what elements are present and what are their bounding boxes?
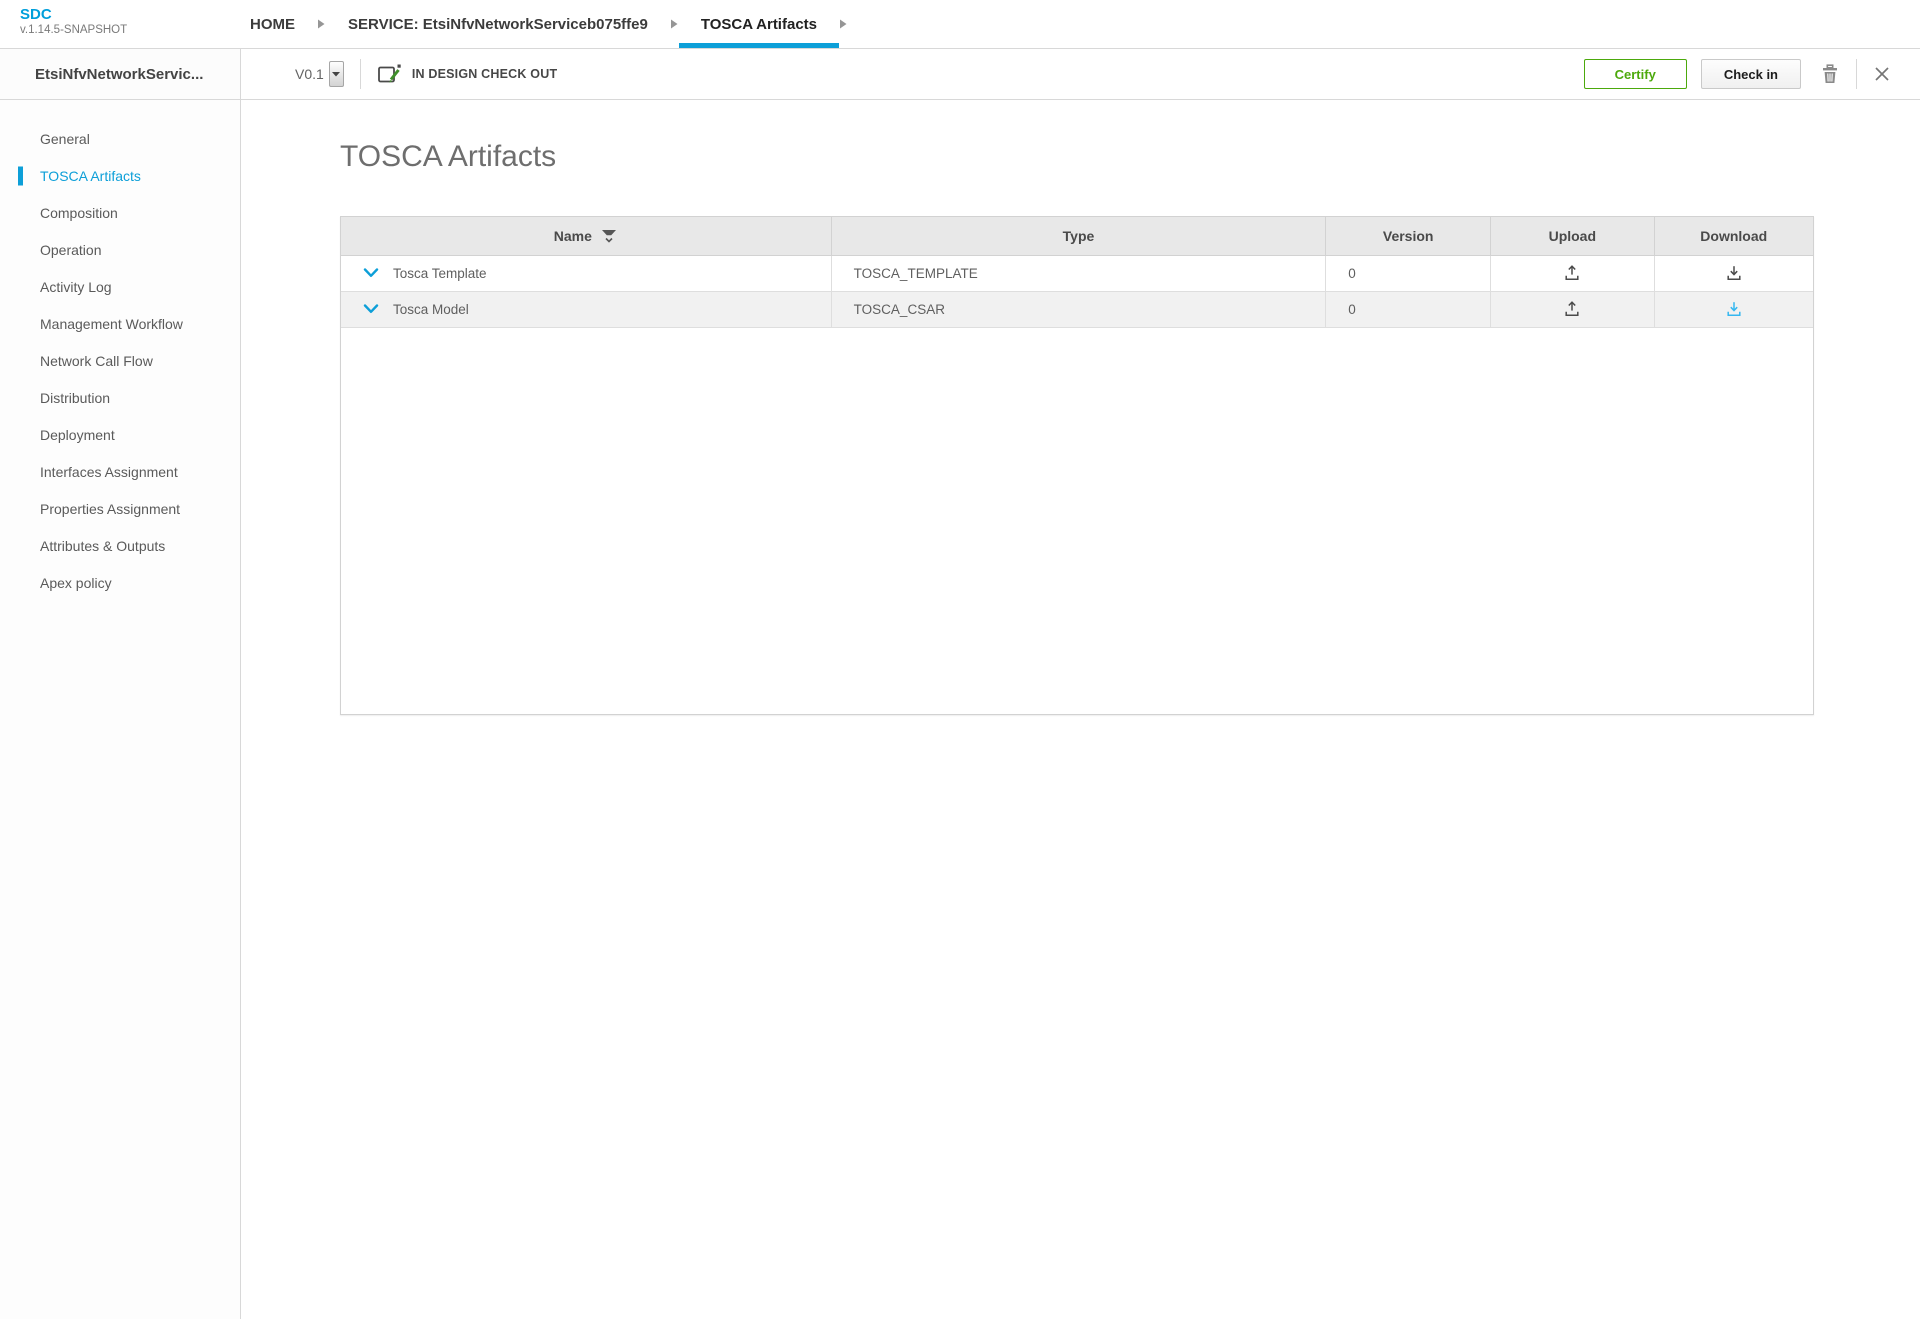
top-nav-bar: SDC v.1.14.5-SNAPSHOT HOME SERVICE: Etsi…: [0, 0, 1920, 49]
chevron-down-icon: [363, 304, 379, 314]
breadcrumb-service[interactable]: SERVICE: EtsiNfvNetworkServiceb075ffe9: [326, 0, 670, 48]
table-row: Tosca Template TOSCA_TEMPLATE 0: [341, 255, 1813, 291]
sidebar-item-label: General: [40, 131, 90, 147]
sidebar-item-label: Deployment: [40, 427, 115, 443]
delete-button[interactable]: [1817, 60, 1843, 88]
app-logo: SDC v.1.14.5-SNAPSHOT: [0, 0, 228, 48]
breadcrumb-arrow-icon: [840, 0, 847, 48]
download-button[interactable]: [1724, 263, 1744, 283]
sidebar-item-tosca-artifacts[interactable]: TOSCA Artifacts: [0, 157, 240, 194]
sidebar-item-label: Distribution: [40, 390, 110, 406]
upload-icon: [1562, 299, 1582, 319]
close-button[interactable]: [1870, 62, 1894, 86]
sidebar-item-deployment[interactable]: Deployment: [0, 416, 240, 453]
breadcrumb-arrow-icon: [318, 0, 325, 48]
sidebar-item-interfaces-assignment[interactable]: Interfaces Assignment: [0, 453, 240, 490]
sidebar-item-composition[interactable]: Composition: [0, 194, 240, 231]
sort-icon: [600, 227, 618, 244]
sidebar-item-management-workflow[interactable]: Management Workflow: [0, 305, 240, 342]
breadcrumb-home[interactable]: HOME: [228, 0, 317, 48]
toolbar-actions: Certify Check in: [1584, 59, 1894, 89]
app-logo-name: SDC: [20, 7, 228, 23]
sidebar-item-label: Attributes & Outputs: [40, 538, 165, 554]
column-header-name[interactable]: Name: [341, 217, 831, 255]
table-row: Tosca Model TOSCA_CSAR 0: [341, 291, 1813, 327]
sidebar-item-properties-assignment[interactable]: Properties Assignment: [0, 490, 240, 527]
chevron-down-icon: [363, 268, 379, 278]
artifact-version: 0: [1326, 255, 1491, 291]
breadcrumb: HOME SERVICE: EtsiNfvNetworkServiceb075f…: [228, 0, 848, 48]
breadcrumb-arrow-icon: [671, 0, 678, 48]
download-button[interactable]: [1724, 299, 1744, 319]
sidebar-item-network-call-flow[interactable]: Network Call Flow: [0, 342, 240, 379]
version-spinner-icon: [332, 72, 340, 77]
artifact-version: 0: [1326, 291, 1491, 327]
sidebar-item-operation[interactable]: Operation: [0, 231, 240, 268]
artifact-name: Tosca Template: [393, 266, 487, 281]
left-nav-sidebar: General TOSCA Artifacts Composition Oper…: [0, 100, 241, 1319]
column-header-name-label: Name: [554, 228, 592, 244]
download-icon: [1724, 299, 1744, 319]
sidebar-item-label: Composition: [40, 205, 118, 221]
active-indicator: [18, 166, 23, 185]
sidebar-item-label: Management Workflow: [40, 316, 183, 332]
expand-row-button[interactable]: [363, 304, 379, 314]
main-content: TOSCA Artifacts Name: [241, 100, 1920, 1319]
version-selector[interactable]: [329, 61, 344, 87]
breadcrumb-tosca-artifacts-label: TOSCA Artifacts: [701, 16, 817, 33]
sidebar-item-distribution[interactable]: Distribution: [0, 379, 240, 416]
page-title: TOSCA Artifacts: [340, 140, 1920, 174]
artifact-type: TOSCA_CSAR: [831, 291, 1326, 327]
sidebar-item-label: Apex policy: [40, 575, 112, 591]
certify-button[interactable]: Certify: [1584, 59, 1687, 89]
tosca-artifacts-table: Name Type Version Upload Download: [340, 216, 1814, 715]
breadcrumb-service-label: SERVICE: EtsiNfvNetworkServiceb075ffe9: [348, 16, 648, 33]
close-icon: [1874, 66, 1890, 82]
breadcrumb-home-label: HOME: [250, 16, 295, 33]
trash-icon: [1821, 64, 1839, 84]
sidebar-item-activity-log[interactable]: Activity Log: [0, 268, 240, 305]
breadcrumb-tosca-artifacts[interactable]: TOSCA Artifacts: [679, 0, 839, 48]
column-header-download: Download: [1654, 217, 1813, 255]
sidebar-item-label: Interfaces Assignment: [40, 464, 178, 480]
column-header-type: Type: [831, 217, 1326, 255]
table-header-row: Name Type Version Upload Download: [341, 217, 1813, 255]
lifecycle-status-label: IN DESIGN CHECK OUT: [412, 67, 557, 81]
upload-icon: [1562, 263, 1582, 283]
check-in-button[interactable]: Check in: [1701, 59, 1801, 89]
sidebar-item-label: TOSCA Artifacts: [40, 168, 141, 184]
sidebar-item-general[interactable]: General: [0, 120, 240, 157]
sidebar-item-label: Activity Log: [40, 279, 112, 295]
sidebar-item-label: Properties Assignment: [40, 501, 180, 517]
service-name-header: EtsiNfvNetworkServic...: [0, 49, 241, 99]
sidebar-item-label: Operation: [40, 242, 101, 258]
download-icon: [1724, 263, 1744, 283]
toolbar-divider: [360, 59, 361, 89]
sidebar-item-attributes-outputs[interactable]: Attributes & Outputs: [0, 527, 240, 564]
checkout-icon: [377, 63, 402, 85]
sub-header-row: EtsiNfvNetworkServic... V0.1 IN DESIGN C…: [0, 49, 1920, 100]
column-header-upload: Upload: [1491, 217, 1654, 255]
column-header-version: Version: [1326, 217, 1491, 255]
artifact-type: TOSCA_TEMPLATE: [831, 255, 1326, 291]
app-version-label: v.1.14.5-SNAPSHOT: [20, 23, 228, 37]
sidebar-item-label: Network Call Flow: [40, 353, 153, 369]
artifact-name: Tosca Model: [393, 302, 469, 317]
version-label: V0.1: [295, 66, 324, 82]
expand-row-button[interactable]: [363, 268, 379, 278]
toolbar-divider: [1856, 59, 1857, 89]
workspace-toolbar: V0.1 IN DESIGN CHECK OUT Certify Check i…: [241, 49, 1920, 99]
sidebar-item-apex-policy[interactable]: Apex policy: [0, 564, 240, 601]
upload-button[interactable]: [1562, 263, 1582, 283]
upload-button[interactable]: [1562, 299, 1582, 319]
